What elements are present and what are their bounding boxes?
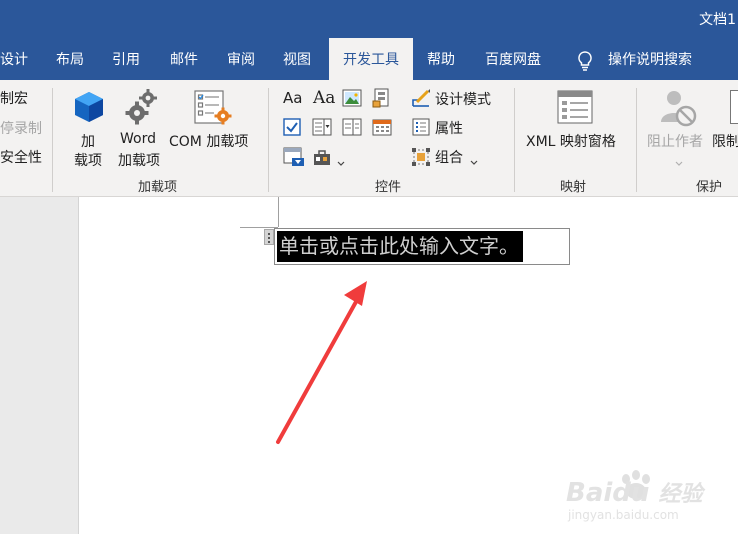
watermark-url: jingyan.baidu.com bbox=[568, 508, 679, 522]
baidu-jingyan-watermark: Baidu 经验 jingyan.baidu.com bbox=[566, 470, 736, 526]
arrow-shaft bbox=[276, 298, 359, 444]
annotation-arrow bbox=[276, 281, 367, 444]
watermark-product: 经验 bbox=[658, 482, 703, 507]
watermark-brand: Baidu bbox=[566, 478, 650, 508]
